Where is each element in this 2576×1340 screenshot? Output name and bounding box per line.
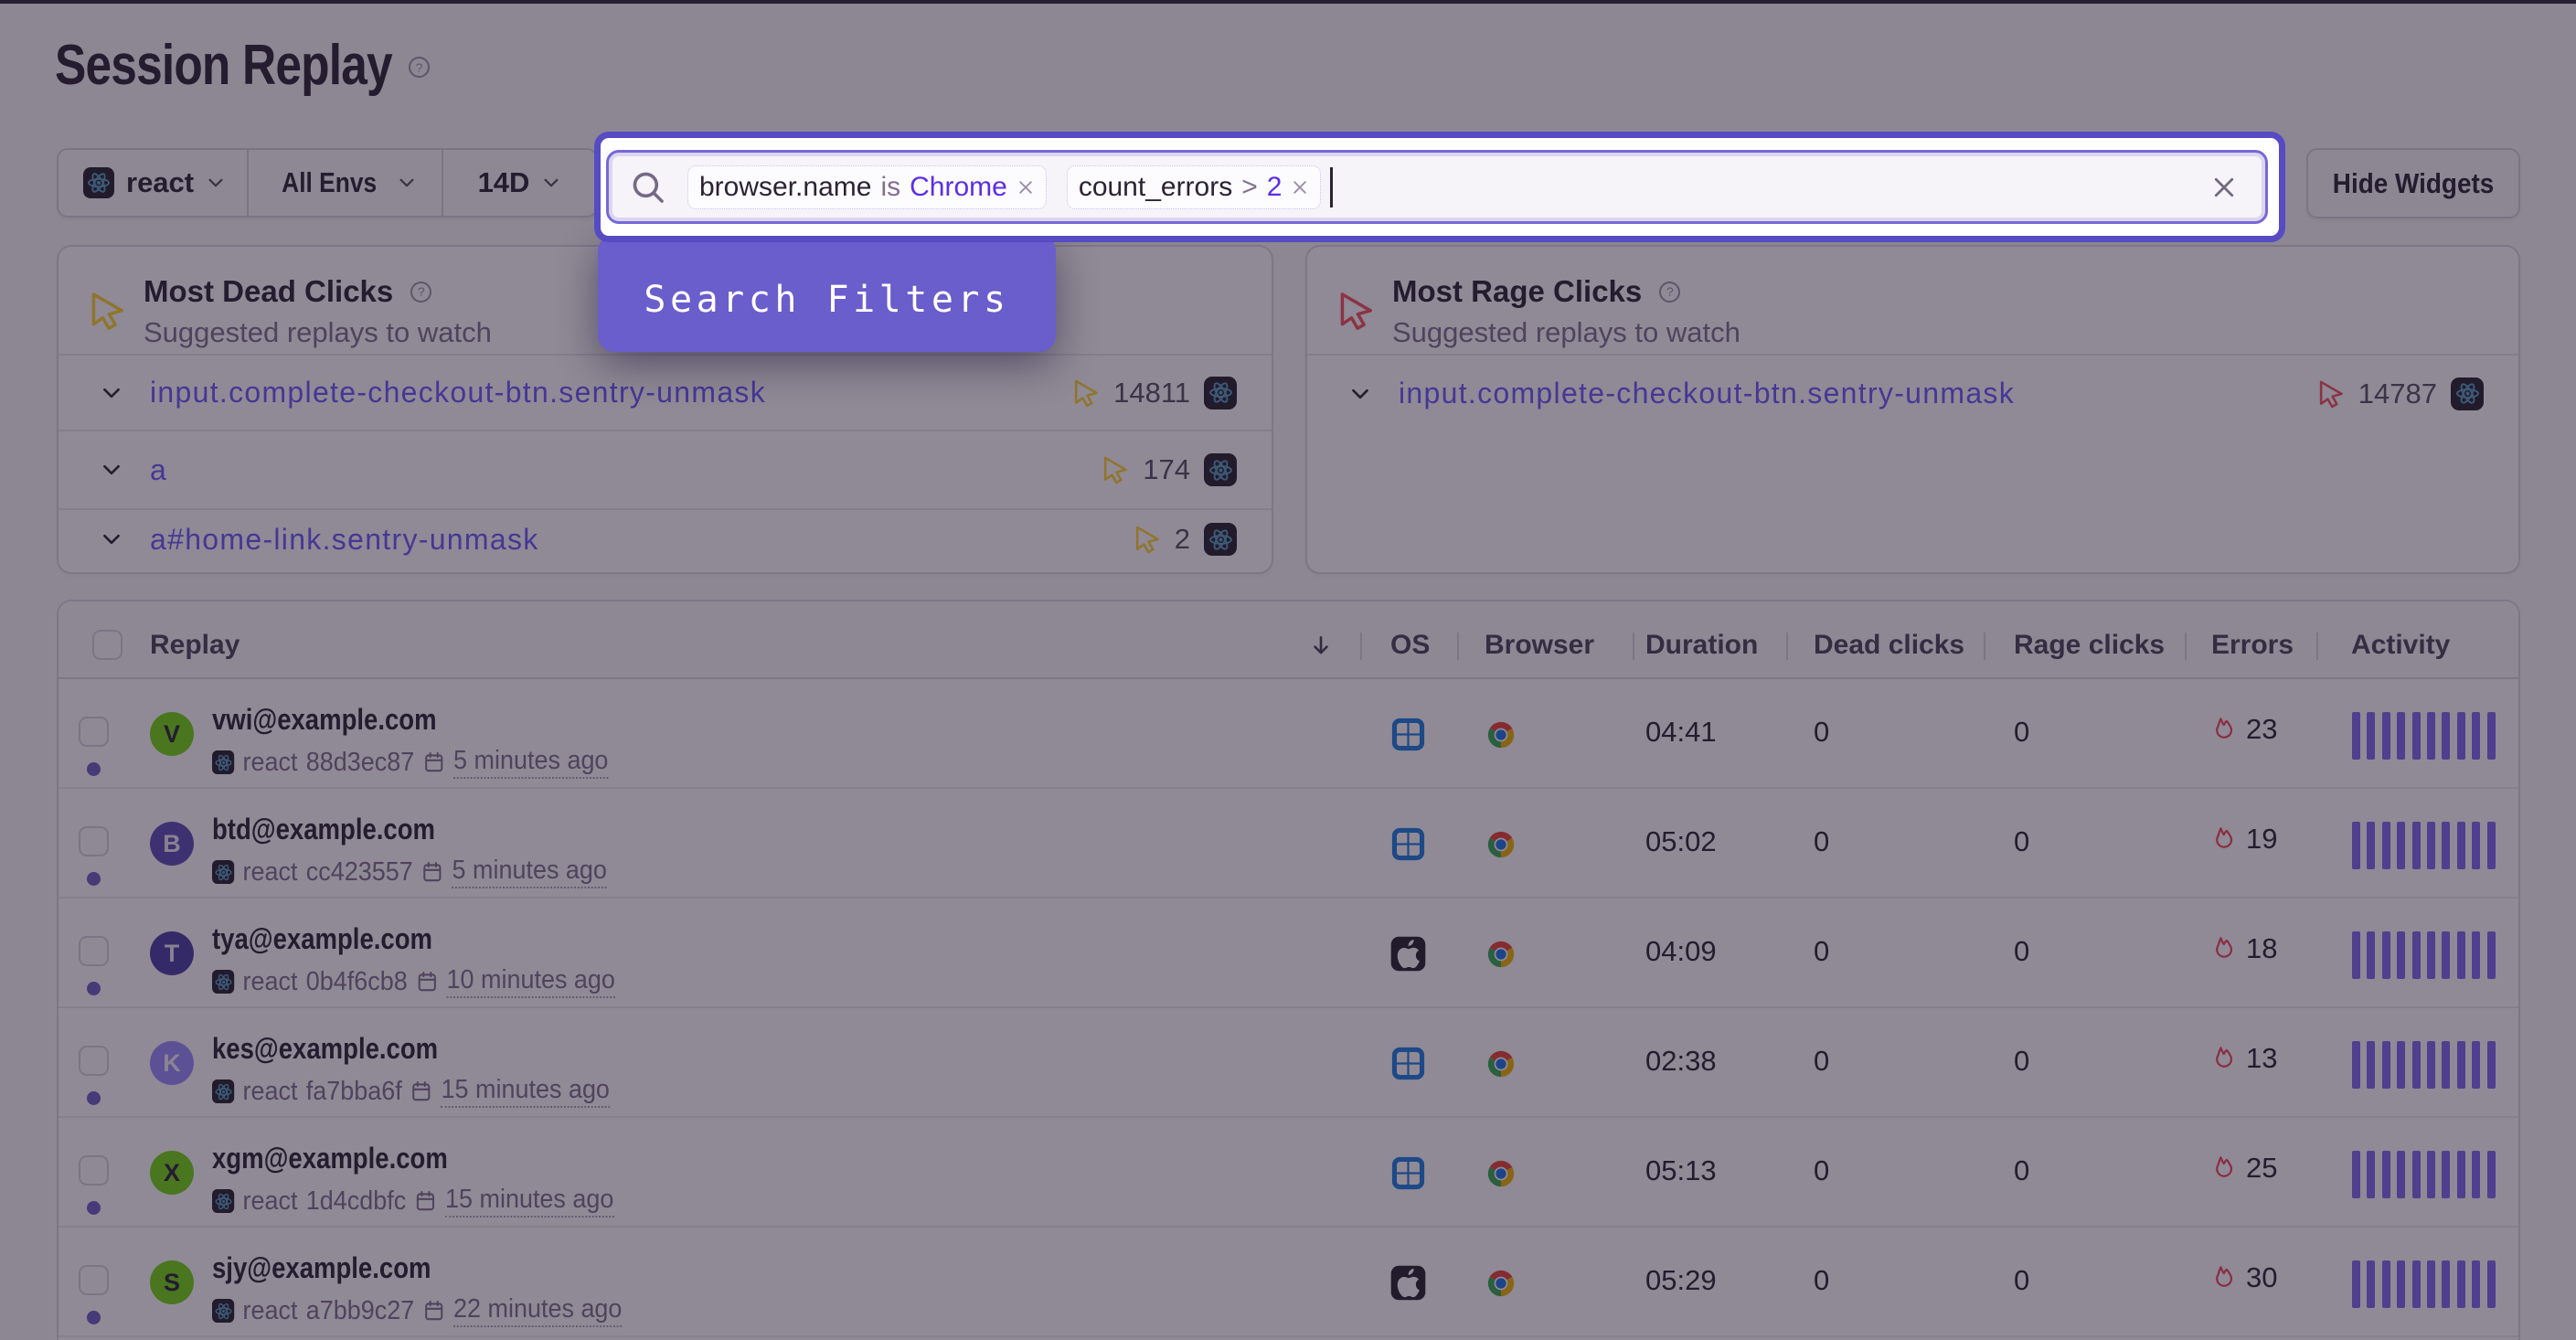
clear-search-icon[interactable] [2210, 174, 2238, 201]
search-filters-callout: Search Filters [598, 235, 1056, 352]
session-replay-page: Session Replay ? [0, 0, 2576, 1340]
search-filters-callout-label: Search Filters [644, 279, 1009, 321]
search-token-count-errors[interactable]: count_errors > 2 [1067, 165, 1322, 209]
token-value: Chrome [910, 172, 1007, 203]
search-token-browser-name[interactable]: browser.name is Chrome [687, 165, 1047, 209]
text-cursor [1330, 167, 1333, 207]
replay-search-input[interactable]: browser.name is Chrome count_errors > 2 [606, 150, 2268, 224]
search-icon [629, 168, 667, 207]
token-value: 2 [1267, 172, 1283, 203]
token-operator: > [1241, 172, 1258, 203]
token-operator: is [880, 172, 900, 203]
remove-token-icon[interactable] [1291, 178, 1309, 197]
remove-token-icon[interactable] [1017, 178, 1035, 197]
token-key: count_errors [1079, 172, 1232, 203]
token-key: browser.name [699, 172, 871, 203]
search-spotlight-ring: browser.name is Chrome count_errors > 2 [594, 132, 2285, 242]
